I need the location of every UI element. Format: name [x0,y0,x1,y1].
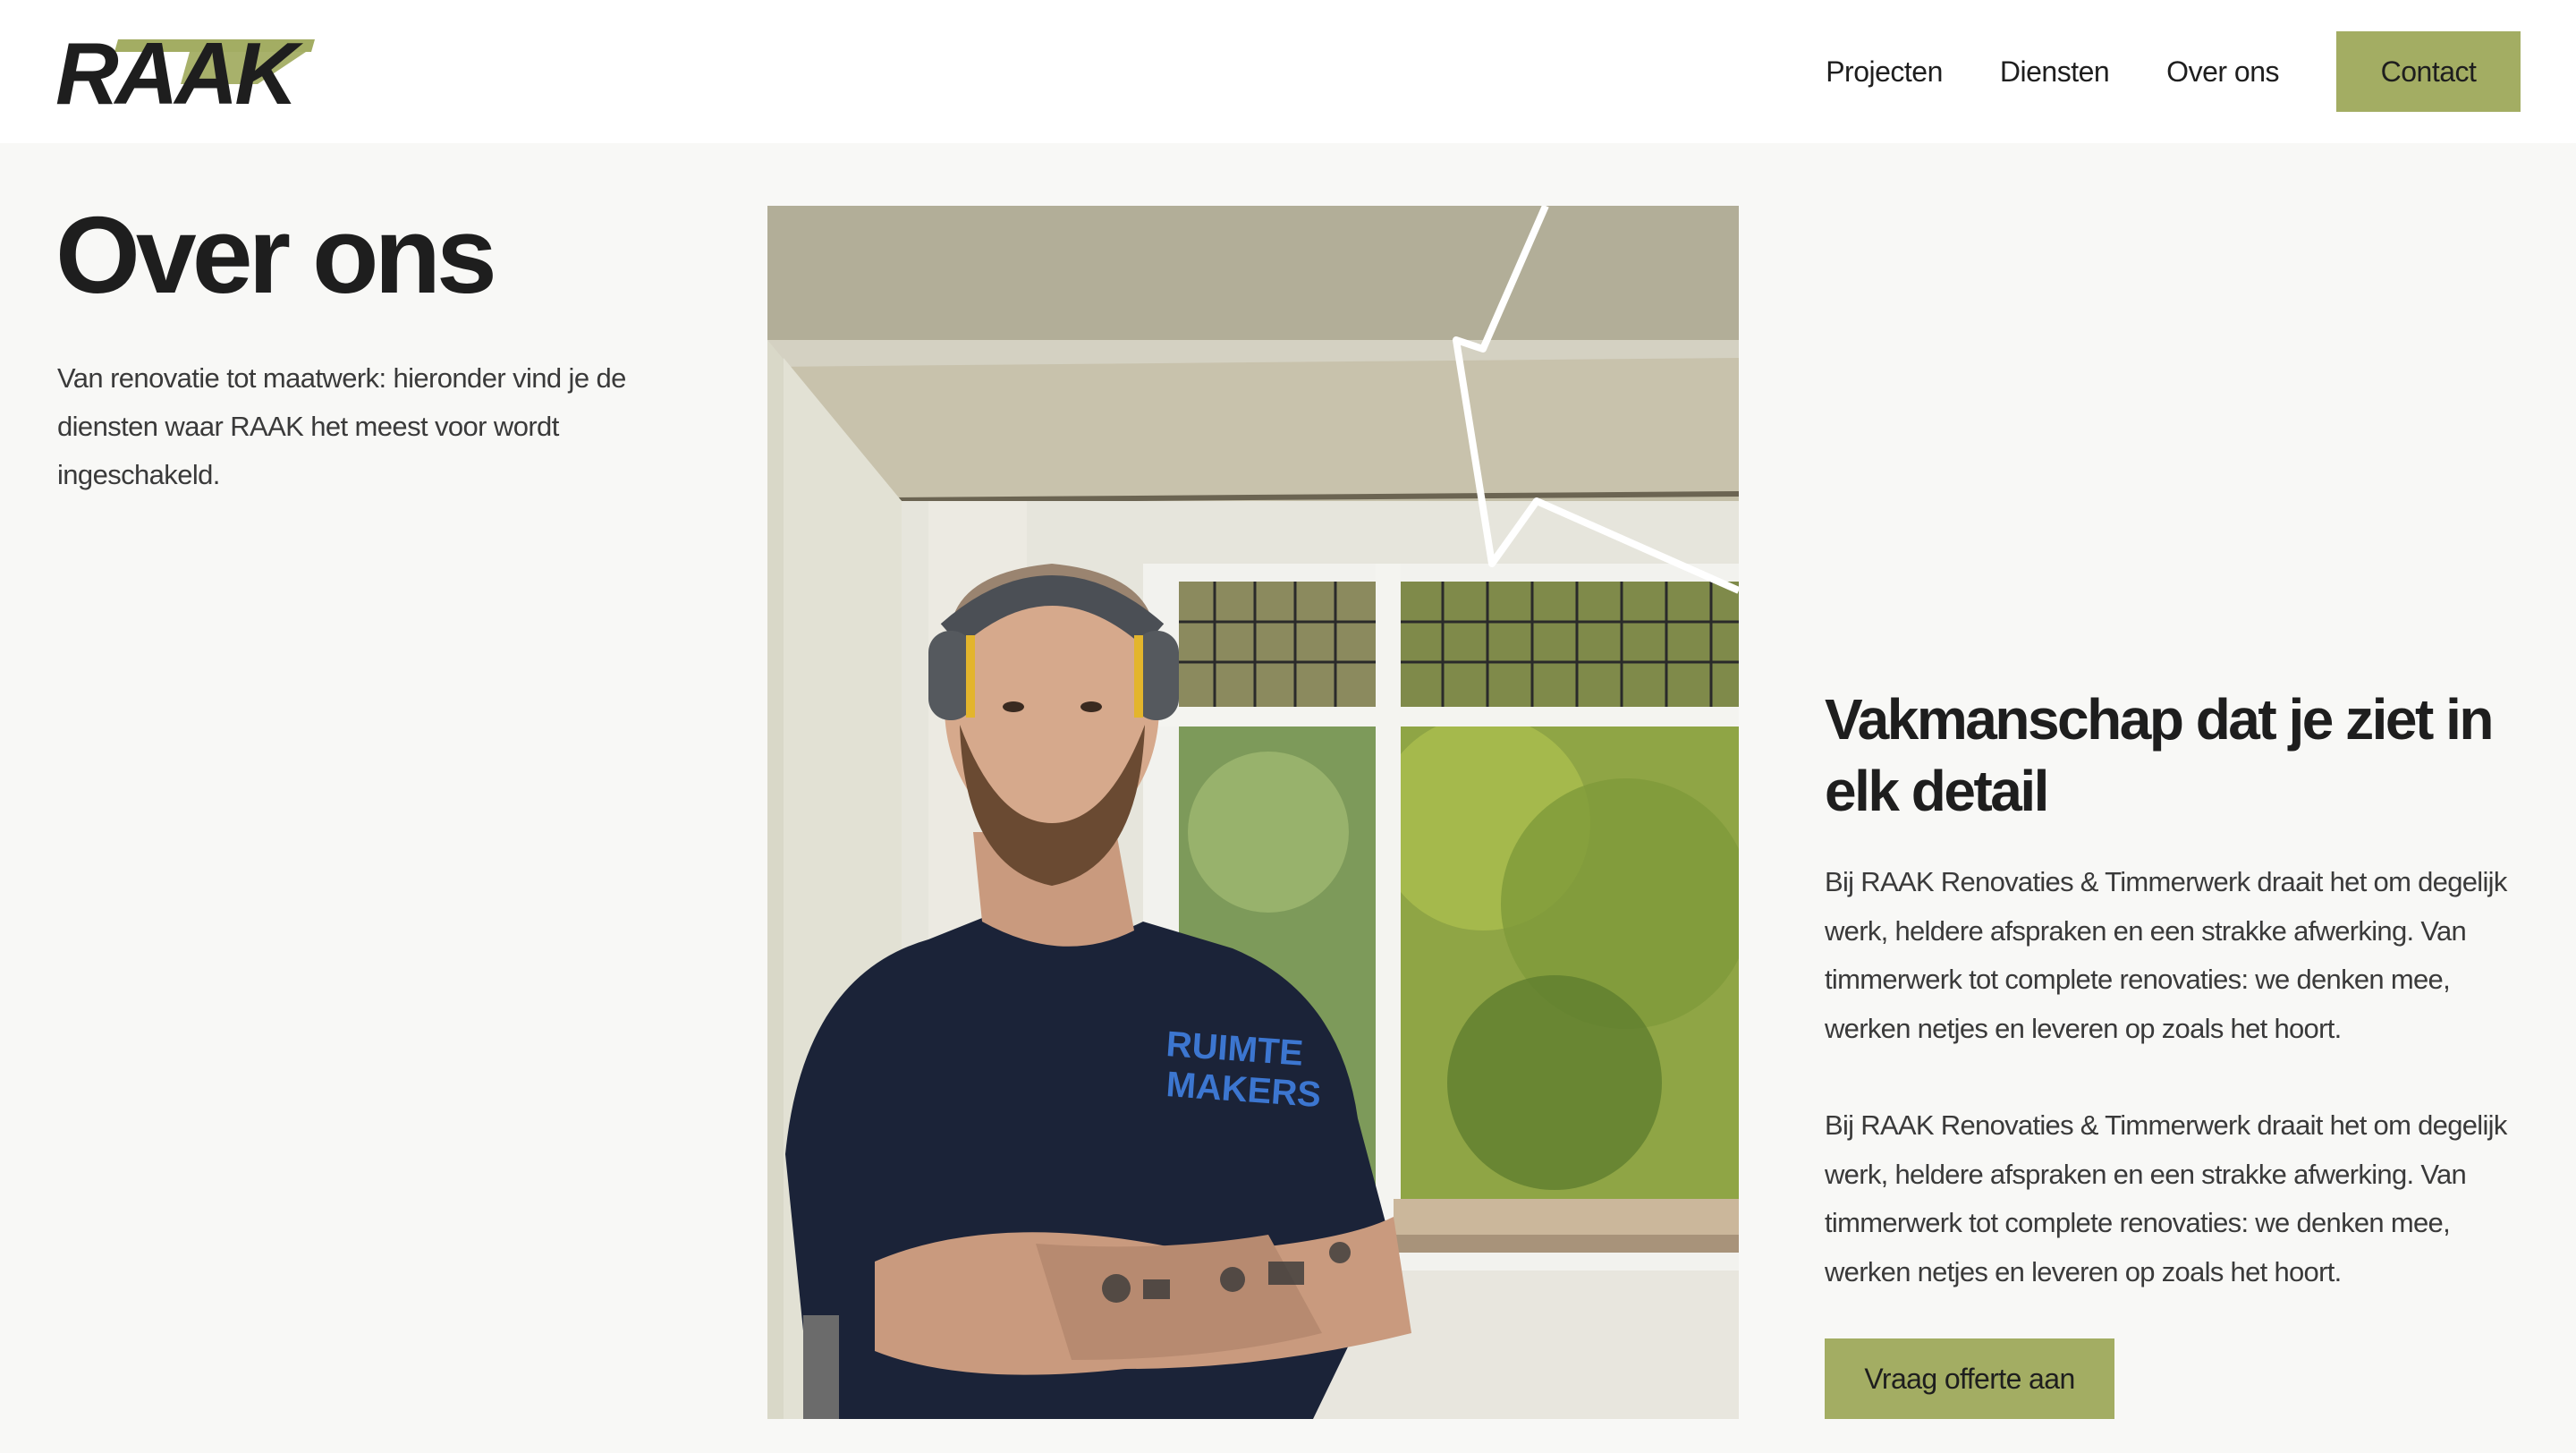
main-nav: Projecten Diensten Over ons Contact [1826,31,2521,112]
nav-over-ons[interactable]: Over ons [2166,55,2279,89]
nav-diensten[interactable]: Diensten [2000,55,2110,89]
craftsman-photo: RUIMTE MAKERS [767,206,1739,1419]
request-quote-button[interactable]: Vraag offerte aan [1825,1338,2114,1419]
logo-text: RAAK [55,32,303,107]
contact-button[interactable]: Contact [2336,31,2521,112]
raak-logo[interactable]: RAAK [55,32,315,107]
nav-projecten[interactable]: Projecten [1826,55,1943,89]
about-paragraph-2: Bij RAAK Renovaties & Timmerwerk draait … [1825,1109,2507,1287]
page-title: Over ons [55,194,497,316]
site-header: RAAK Projecten Diensten Over ons Contact [0,0,2576,143]
about-paragraph-1: Bij RAAK Renovaties & Timmerwerk draait … [1825,866,2507,1044]
section-heading: Vakmanschap dat je ziet in elk detail [1825,687,2494,823]
intro-text: Van renovatie tot maatwerk: hieronder vi… [57,362,626,490]
